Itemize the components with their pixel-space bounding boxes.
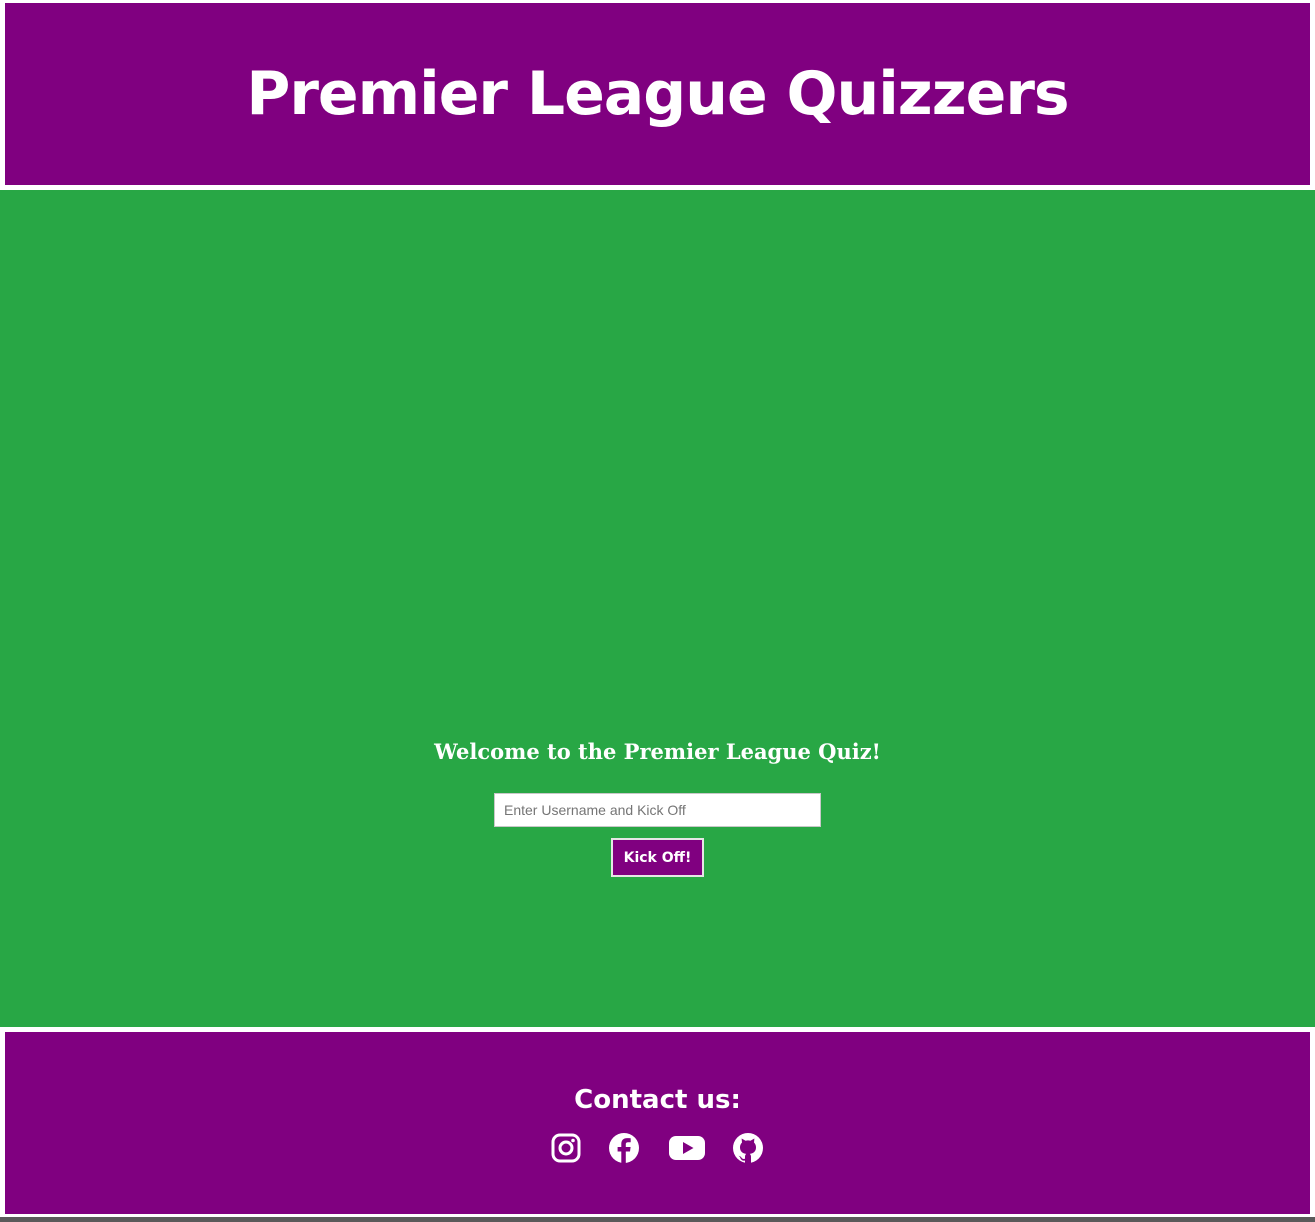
facebook-link[interactable] [608,1130,640,1166]
instagram-link[interactable] [550,1130,582,1166]
site-footer: Contact us: [5,1032,1310,1214]
youtube-link[interactable] [668,1130,706,1166]
instagram-icon [551,1133,581,1163]
username-input[interactable] [494,793,821,827]
quiz-start-section: Welcome to the Premier League Quiz! Kick… [0,190,1315,1027]
site-header: Premier League Quizzers [5,3,1310,185]
social-links [5,1130,1310,1166]
welcome-heading: Welcome to the Premier League Quiz! [434,739,881,764]
site-title: Premier League Quizzers [246,59,1069,129]
facebook-icon [609,1133,639,1164]
github-link[interactable] [732,1130,764,1166]
youtube-icon [669,1136,705,1160]
contact-heading: Contact us: [574,1085,741,1115]
bottom-edge-bar [0,1217,1315,1222]
github-icon [733,1133,763,1164]
kick-off-button[interactable]: Kick Off! [611,838,704,877]
